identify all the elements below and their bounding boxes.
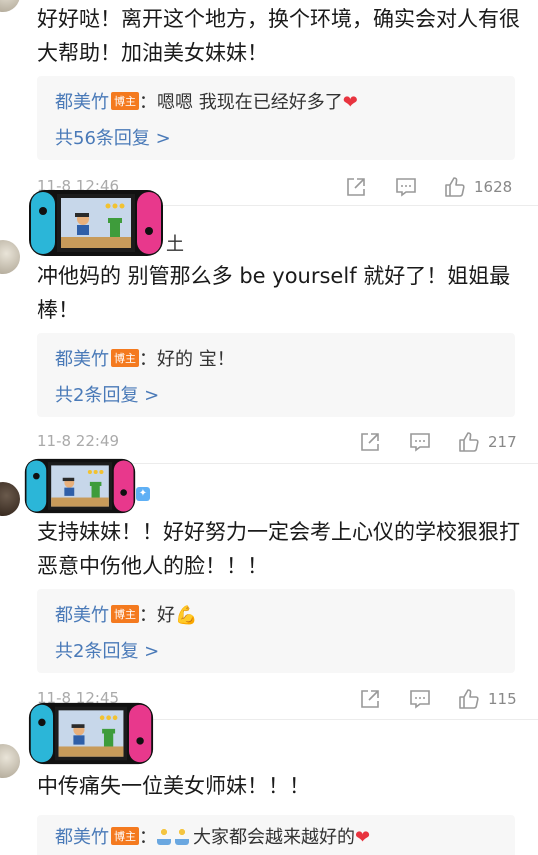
- heart-emoji: ❤: [342, 92, 358, 113]
- avatar[interactable]: [0, 744, 20, 778]
- thumbs-up-icon[interactable]: [457, 430, 481, 454]
- reply-count-link[interactable]: 共2条回复 >: [55, 637, 159, 663]
- timestamp: 11-8 22:49: [37, 432, 120, 450]
- reply-count-link[interactable]: 共2条回复 >: [55, 381, 159, 407]
- switch-console-sticker: [28, 702, 154, 765]
- username[interactable]: 土: [166, 230, 184, 256]
- reply-line: 都美竹 博主 ：嗯嗯 我现在已经好多了❤: [55, 92, 358, 113]
- heart-emoji: ❤: [355, 827, 371, 848]
- reply-line: 都美竹 博主：大家都会越来越好的❤: [55, 827, 371, 848]
- flexed-arm-emoji: 💪: [175, 605, 198, 626]
- reply-line: 都美竹 博主 ：好的 宝！: [55, 349, 235, 370]
- avatar[interactable]: [0, 0, 20, 12]
- comment-text: 支持妹妹！！好好努力一定会考上心仪的学校狠狠打恶意中伤他人的脸！！！: [37, 520, 520, 578]
- like-count: 1628: [474, 178, 513, 196]
- comment-meta: 11-8 22:49 217: [37, 432, 520, 456]
- comment-icon[interactable]: [408, 687, 432, 711]
- reply-box[interactable]: 都美竹 博主 ：嗯嗯 我现在已经好多了❤ 共56条回复 >: [37, 76, 515, 160]
- switch-console-sticker: [28, 189, 164, 257]
- reply-author[interactable]: 都美竹: [55, 827, 109, 848]
- thumbs-up-icon[interactable]: [443, 175, 467, 199]
- reply-author[interactable]: 都美竹: [55, 349, 109, 370]
- avatar[interactable]: [0, 240, 20, 274]
- reply-text: 大家都会越来越好的: [193, 827, 355, 848]
- reply-author[interactable]: 都美竹: [55, 605, 109, 626]
- switch-console-sticker: [24, 458, 136, 514]
- author-badge: 博主: [111, 827, 139, 845]
- reply-box[interactable]: 都美竹 博主 ：好💪 共2条回复 >: [37, 589, 515, 673]
- reply-text: 好: [157, 605, 175, 626]
- comment-text: 中传痛失一位美女师妹！！！: [37, 774, 310, 798]
- thumbs-up-icon[interactable]: [457, 687, 481, 711]
- reply-text: 嗯嗯 我现在已经好多了: [157, 92, 343, 113]
- avatar[interactable]: [0, 482, 20, 516]
- reply-count-link[interactable]: 共56条回复 >: [55, 124, 171, 150]
- share-icon[interactable]: [358, 687, 382, 711]
- share-icon[interactable]: [358, 430, 382, 454]
- reply-author[interactable]: 都美竹: [55, 92, 109, 113]
- author-badge: 博主: [111, 349, 139, 367]
- reply-box[interactable]: 都美竹 博主：大家都会越来越好的❤: [37, 815, 515, 855]
- author-badge: 博主: [111, 92, 139, 110]
- reply-text: 好的 宝！: [157, 349, 235, 370]
- reply-line: 都美竹 博主 ：好💪: [55, 605, 198, 626]
- reply-box[interactable]: 都美竹 博主 ：好的 宝！ 共2条回复 >: [37, 333, 515, 417]
- comment-icon[interactable]: [408, 430, 432, 454]
- comment-text: 好好哒！离开这个地方，换个环境，确实会对人有很大帮助！加油美女妹妹！: [37, 7, 520, 65]
- comment-text: 冲他妈的 别管那么多 be yourself 就好了！姐姐最棒！: [37, 264, 511, 322]
- person-emoji: [175, 829, 189, 845]
- comment-icon[interactable]: [394, 175, 418, 199]
- verified-icon: ✦: [136, 487, 150, 501]
- author-badge: 博主: [111, 605, 139, 623]
- person-emoji: [157, 829, 171, 845]
- share-icon[interactable]: [344, 175, 368, 199]
- like-count: 115: [488, 690, 517, 708]
- like-count: 217: [488, 433, 517, 451]
